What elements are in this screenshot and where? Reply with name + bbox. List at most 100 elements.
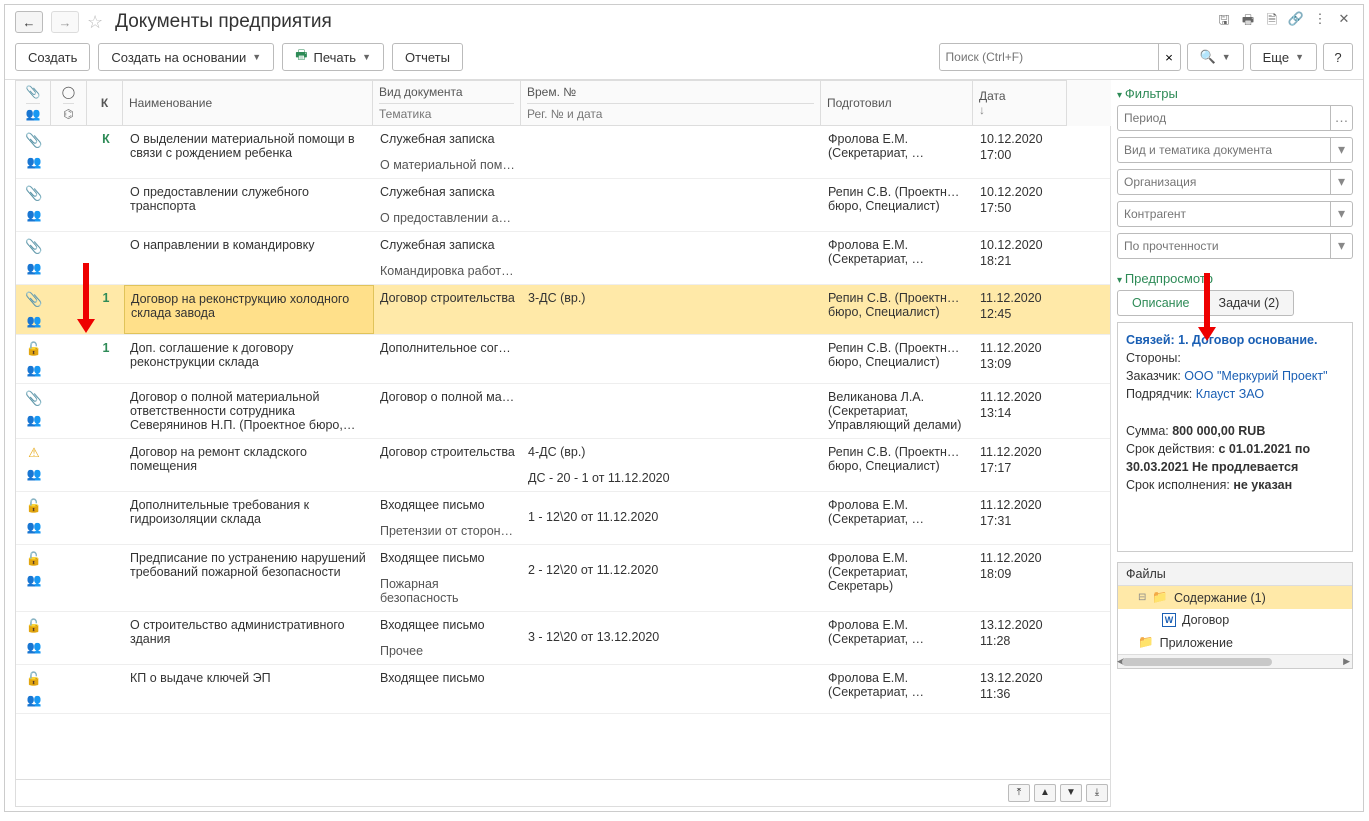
file-tree-item[interactable]: 📁Приложение <box>1118 631 1352 654</box>
tab-tasks[interactable]: Задачи (2) <box>1204 290 1295 316</box>
link-icon[interactable]: 🔗 <box>1287 11 1305 33</box>
filter-kind-input[interactable] <box>1117 137 1331 163</box>
search-clear-button[interactable]: × <box>1159 43 1181 71</box>
people-icon: 👥 <box>27 467 42 481</box>
cell-kind: Входящее письмоПретензии от сторон… <box>374 492 522 544</box>
nav-last-button[interactable]: ⤓ <box>1086 784 1108 802</box>
grid-body[interactable]: 📎👥КО выделении материальной помощи в свя… <box>15 126 1111 780</box>
lock-open-icon: 🔓 <box>26 341 42 357</box>
col-users-icon: 👥 <box>26 103 41 121</box>
tab-description[interactable]: Описание <box>1117 290 1204 316</box>
filter-contragent-input[interactable] <box>1117 201 1331 227</box>
file-tree-item[interactable]: ⊟ 📁Содержание (1) <box>1118 586 1352 609</box>
table-row[interactable]: 🔓👥Дополнительные требования к гидроизоля… <box>16 492 1110 545</box>
table-row[interactable]: 🔓👥КП о выдаче ключей ЭПВходящее письмоФр… <box>16 665 1110 714</box>
filter-read-dropdown[interactable]: ▾ <box>1331 233 1353 259</box>
search-input[interactable] <box>939 43 1159 71</box>
preview-link[interactable]: Связей: 1. Договор основание. <box>1126 333 1317 347</box>
cell-num: 1 - 12\20 от 11.12.2020 <box>522 492 822 544</box>
table-row[interactable]: ⚠👥Договор на ремонт складского помещения… <box>16 439 1110 492</box>
col-name[interactable]: Наименование <box>123 80 373 126</box>
warning-icon: ⚠ <box>28 445 40 461</box>
file-tree-item[interactable]: WДоговор <box>1118 609 1352 631</box>
table-row[interactable]: 🔓👥О строительство административного здан… <box>16 612 1110 665</box>
filter-org-input[interactable] <box>1117 169 1331 195</box>
nav-up-button[interactable]: ▲ <box>1034 784 1056 802</box>
nav-down-button[interactable]: ▼ <box>1060 784 1082 802</box>
table-row[interactable]: 📎👥О предоставлении служебного транспорта… <box>16 179 1110 232</box>
cell-name: Договор на реконструкцию холодного склад… <box>124 285 374 334</box>
filter-contragent-dropdown[interactable]: ▾ <box>1331 201 1353 227</box>
cell-date: 11.12.202018:09 <box>974 545 1068 611</box>
preview-section-title[interactable]: Предпросмотр <box>1117 265 1353 290</box>
file-label: Содержание (1) <box>1174 591 1266 605</box>
filter-read-input[interactable] <box>1117 233 1331 259</box>
table-row[interactable]: 📎👥Договор о полной материальной ответств… <box>16 384 1110 439</box>
col-attachment-icon[interactable]: 📎👥 <box>15 80 51 126</box>
cell-num <box>522 384 822 438</box>
cell-preparer: Фролова Е.М. (Секретариат, Секретарь) <box>822 545 974 611</box>
contractor-link[interactable]: Клауст ЗАО <box>1196 387 1264 401</box>
print-button[interactable]: 🖶Печать▼ <box>282 43 384 71</box>
col-num[interactable]: Врем. №Рег. № и дата <box>521 80 821 126</box>
favorite-star-icon[interactable]: ☆ <box>87 12 103 33</box>
table-row[interactable]: 🔓👥1Доп. соглашение к договору реконструк… <box>16 335 1110 384</box>
cell-k <box>88 545 124 611</box>
lock-open-icon: 🔓 <box>26 618 42 634</box>
col-preparer[interactable]: Подготовил <box>821 80 973 126</box>
people-icon: 👥 <box>27 363 42 377</box>
file-label: Приложение <box>1160 636 1233 650</box>
close-icon[interactable]: ✕ <box>1335 11 1353 33</box>
cell-kind: Служебная запискаКомандировка работ… <box>374 232 522 284</box>
table-row[interactable]: 🔓👥Предписание по устранению нарушений тр… <box>16 545 1110 612</box>
cell-k <box>88 612 124 664</box>
cell-num <box>522 665 822 713</box>
more-button[interactable]: Еще▼ <box>1250 43 1317 71</box>
save-icon[interactable]: 🖫 <box>1215 11 1233 33</box>
cell-name: О строительство административного здания <box>124 612 374 664</box>
filter-period-input[interactable] <box>1117 105 1331 131</box>
table-row[interactable]: 📎👥О направлении в командировкуСлужебная … <box>16 232 1110 285</box>
cell-name: Договор о полной материальной ответствен… <box>124 384 374 438</box>
col-kind[interactable]: Вид документаТематика <box>373 80 521 126</box>
table-row[interactable]: 📎👥КО выделении материальной помощи в свя… <box>16 126 1110 179</box>
cell-num <box>522 126 822 178</box>
collapse-icon: ⊟ <box>1138 592 1146 603</box>
nav-back-button[interactable]: ← <box>15 11 43 33</box>
create-based-button[interactable]: Создать на основании▼ <box>98 43 274 71</box>
create-button[interactable]: Создать <box>15 43 90 71</box>
clip-icon: 📎 <box>25 291 42 308</box>
search-button[interactable]: 🔍▼ <box>1187 43 1244 71</box>
cell-name: О предоставлении служебного транспорта <box>124 179 374 231</box>
files-scrollbar[interactable]: ◀▶ <box>1118 654 1352 668</box>
help-button[interactable]: ? <box>1323 43 1353 71</box>
filter-kind-dropdown[interactable]: ▾ <box>1331 137 1353 163</box>
cell-preparer: Фролова Е.М. (Секретариат, … <box>822 612 974 664</box>
cell-date: 13.12.202011:28 <box>974 612 1068 664</box>
col-k[interactable]: К <box>87 80 123 126</box>
lock-open-icon: 🔓 <box>26 498 42 514</box>
people-icon: 👥 <box>27 413 42 427</box>
customer-link[interactable]: ООО "Меркурий Проект" <box>1184 369 1327 383</box>
filter-org-dropdown[interactable]: ▾ <box>1331 169 1353 195</box>
cell-kind: Дополнительное сог… <box>374 335 522 383</box>
files-box: Файлы ⊟ 📁Содержание (1)WДоговор📁Приложен… <box>1117 562 1353 669</box>
preview-box: Связей: 1. Договор основание. Стороны: З… <box>1117 322 1353 552</box>
col-date[interactable]: Дата ↓ <box>973 80 1067 126</box>
menu-dots-icon[interactable]: ⋮ <box>1311 11 1329 33</box>
cell-preparer: Фролова Е.М. (Секретариат, … <box>822 492 974 544</box>
cell-preparer: Репин С.В. (Проектн…бюро, Специалист) <box>822 285 974 334</box>
cell-num: 3 - 12\20 от 13.12.2020 <box>522 612 822 664</box>
reports-button[interactable]: Отчеты <box>392 43 463 71</box>
cell-date: 10.12.202017:50 <box>974 179 1068 231</box>
nav-forward-button[interactable]: → <box>51 11 79 33</box>
col-status-icon[interactable]: ◯⌬ <box>51 80 87 126</box>
table-row[interactable]: 📎👥1Договор на реконструкцию холодного ск… <box>16 285 1110 335</box>
cell-date: 10.12.202017:00 <box>974 126 1068 178</box>
preview-icon[interactable]: 🗎 <box>1263 11 1281 33</box>
filter-period-picker[interactable]: … <box>1331 105 1353 131</box>
print-icon[interactable]: 🖶 <box>1239 11 1257 33</box>
filters-section-title[interactable]: Фильтры <box>1117 80 1353 105</box>
nav-first-button[interactable]: ⤒ <box>1008 784 1030 802</box>
lock-open-icon: 🔓 <box>26 551 42 567</box>
